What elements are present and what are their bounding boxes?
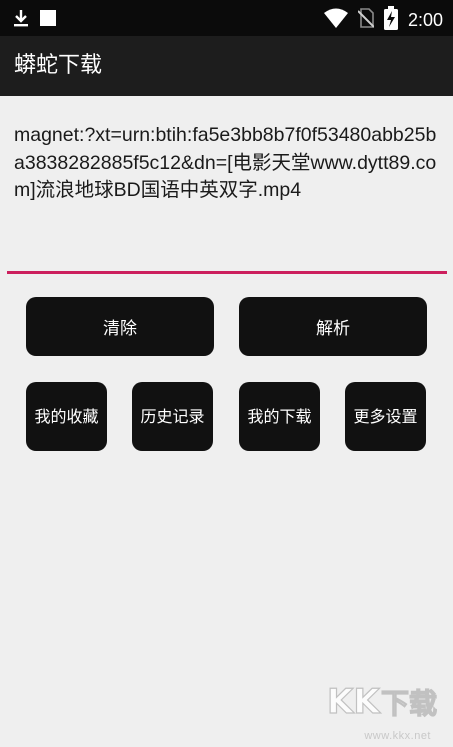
clear-button[interactable]: 清除 xyxy=(26,297,214,356)
no-sim-icon xyxy=(357,8,375,32)
download-icon xyxy=(12,9,30,31)
status-bar-left xyxy=(12,9,56,31)
main-content: magnet:?xt=urn:btih:fa5e3bb8b7f0f53480ab… xyxy=(0,96,453,747)
downloads-button[interactable]: 我的下载 xyxy=(239,382,320,451)
settings-button[interactable]: 更多设置 xyxy=(345,382,426,451)
parse-button[interactable]: 解析 xyxy=(239,297,427,356)
status-bar: 2:00 xyxy=(0,0,453,36)
app-title: 蟒蛇下载 xyxy=(14,53,103,78)
watermark-logo: KK 下载 xyxy=(325,675,437,723)
notification-square-icon xyxy=(40,10,56,30)
wifi-icon xyxy=(323,8,348,32)
status-bar-right: 2:00 xyxy=(323,6,443,34)
input-underline xyxy=(7,271,447,274)
svg-text:下载: 下载 xyxy=(381,687,437,720)
magnet-link-input[interactable]: magnet:?xt=urn:btih:fa5e3bb8b7f0f53480ab… xyxy=(14,122,444,205)
status-time: 2:00 xyxy=(407,10,443,30)
history-button[interactable]: 历史记录 xyxy=(132,382,213,451)
favorites-button[interactable]: 我的收藏 xyxy=(26,382,107,451)
app-bar: 蟒蛇下载 xyxy=(0,36,453,96)
battery-charging-icon xyxy=(383,6,398,34)
svg-text:KK: KK xyxy=(327,682,381,722)
watermark-url: www.kkx.net xyxy=(364,730,431,742)
